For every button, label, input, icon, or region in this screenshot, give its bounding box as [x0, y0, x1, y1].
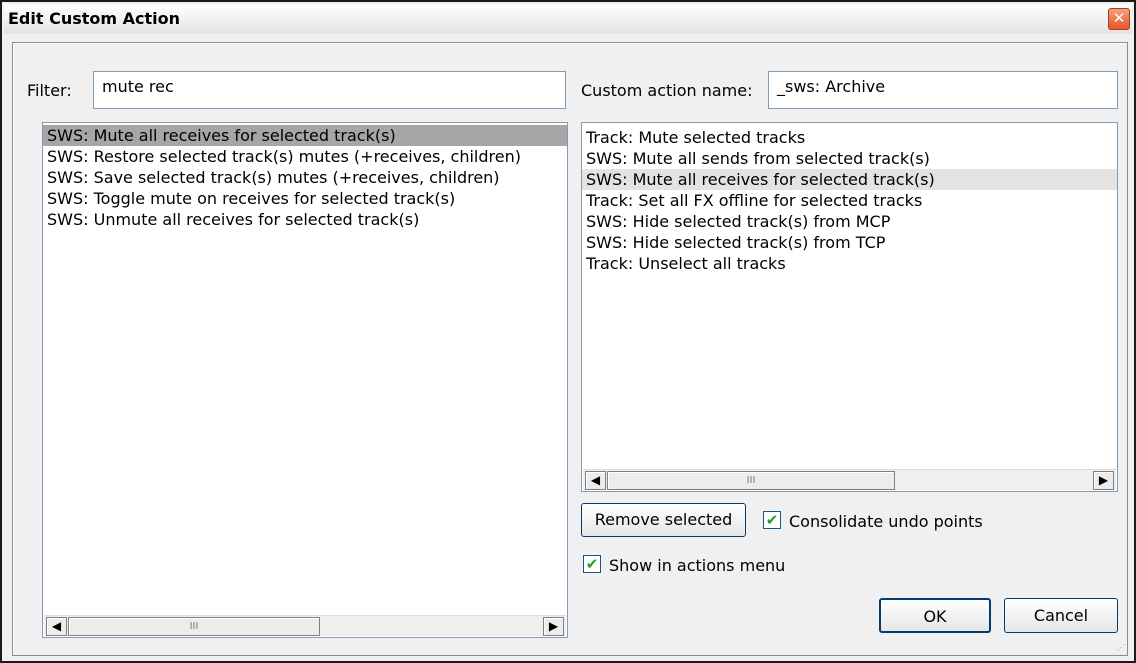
scroll-right-icon[interactable]: ▶: [543, 617, 564, 636]
scroll-left-icon[interactable]: ◀: [46, 617, 67, 636]
custom-action-name-label: Custom action name:: [581, 81, 753, 100]
list-item[interactable]: SWS: Mute all receives for selected trac…: [43, 125, 567, 146]
filter-input[interactable]: mute rec: [93, 71, 566, 109]
list-item[interactable]: SWS: Save selected track(s) mutes (+rece…: [43, 167, 567, 188]
scrollbar-thumb[interactable]: III: [607, 471, 895, 490]
show-in-menu-checkbox[interactable]: ✔: [583, 555, 601, 573]
resize-grip-icon[interactable]: ⋰: [1115, 643, 1125, 653]
scroll-left-icon[interactable]: ◀: [585, 471, 606, 490]
available-actions-items: SWS: Mute all receives for selected trac…: [43, 125, 567, 230]
show-in-menu-label[interactable]: Show in actions menu: [609, 556, 785, 575]
consolidate-undo-checkbox[interactable]: ✔: [763, 511, 781, 529]
list-item[interactable]: SWS: Mute all sends from selected track(…: [582, 148, 1117, 169]
list-item[interactable]: SWS: Hide selected track(s) from MCP: [582, 211, 1117, 232]
remove-selected-button[interactable]: Remove selected: [581, 503, 746, 537]
cancel-button[interactable]: Cancel: [1004, 598, 1118, 633]
list-item[interactable]: SWS: Restore selected track(s) mutes (+r…: [43, 146, 567, 167]
list-item[interactable]: Track: Unselect all tracks: [582, 253, 1117, 274]
list-item[interactable]: SWS: Unmute all receives for selected tr…: [43, 209, 567, 230]
edit-custom-action-dialog: Edit Custom Action ✕ Filter: mute rec Cu…: [0, 0, 1136, 663]
dialog-body: Filter: mute rec Custom action name: _sw…: [12, 42, 1128, 656]
scrollbar-thumb[interactable]: III: [68, 617, 320, 636]
title-bar[interactable]: Edit Custom Action ✕: [4, 4, 1132, 34]
list-item[interactable]: SWS: Toggle mute on receives for selecte…: [43, 188, 567, 209]
right-horizontal-scrollbar[interactable]: ◀ III ▶: [583, 469, 1116, 490]
available-actions-list[interactable]: SWS: Mute all receives for selected trac…: [42, 122, 568, 638]
list-item[interactable]: Track: Set all FX offline for selected t…: [582, 190, 1117, 211]
scroll-right-icon[interactable]: ▶: [1093, 471, 1114, 490]
list-item[interactable]: SWS: Mute all receives for selected trac…: [582, 169, 1117, 190]
close-icon[interactable]: ✕: [1108, 8, 1130, 30]
custom-action-steps-items: Track: Mute selected tracks SWS: Mute all…: [582, 127, 1117, 274]
ok-button[interactable]: OK: [879, 598, 991, 633]
consolidate-undo-label[interactable]: Consolidate undo points: [789, 512, 983, 531]
list-item[interactable]: SWS: Hide selected track(s) from TCP: [582, 232, 1117, 253]
custom-action-name-input[interactable]: _sws: Archive: [768, 71, 1118, 109]
dialog-title: Edit Custom Action: [8, 9, 181, 28]
list-item[interactable]: Track: Mute selected tracks: [582, 127, 1117, 148]
left-horizontal-scrollbar[interactable]: ◀ III ▶: [44, 615, 566, 636]
custom-action-steps-list[interactable]: Track: Mute selected tracks SWS: Mute all…: [581, 122, 1118, 492]
filter-label: Filter:: [27, 81, 72, 100]
